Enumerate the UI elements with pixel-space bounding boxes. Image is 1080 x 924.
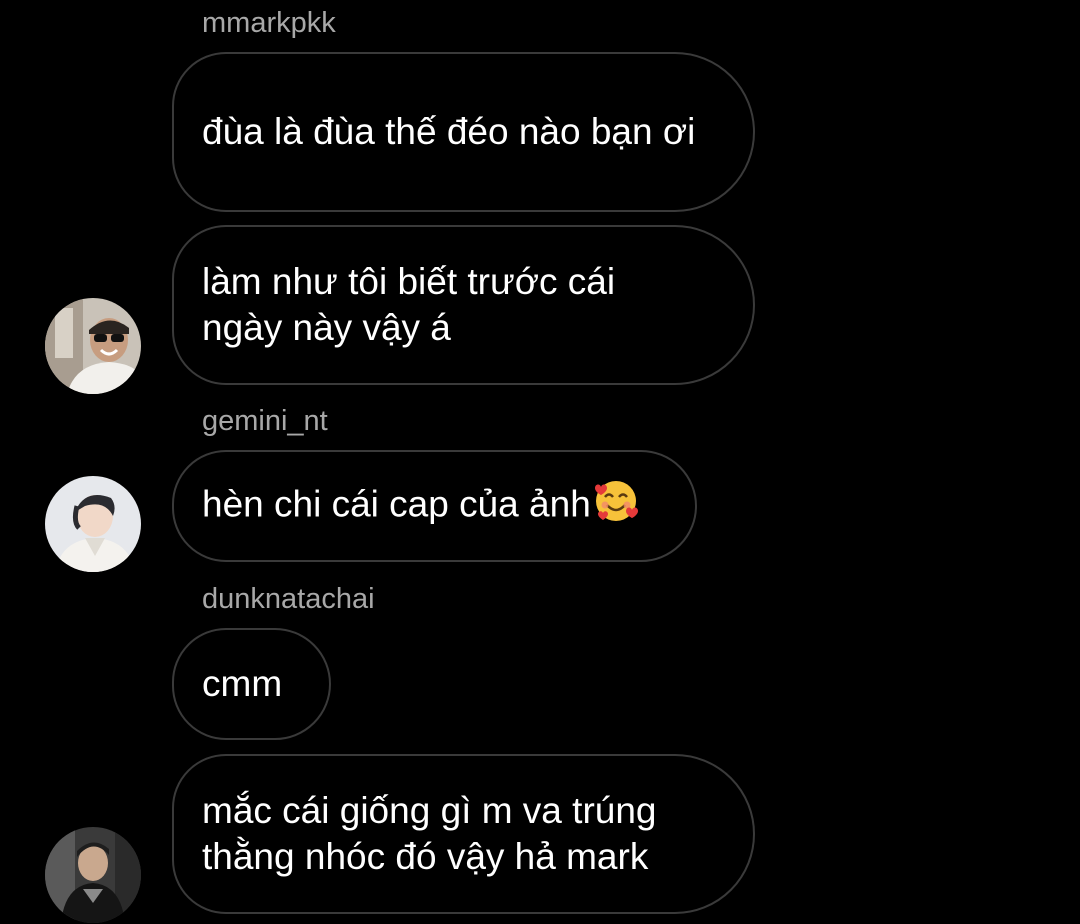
message-text-body: hèn chi cái cap của ảnh [202,482,591,524]
message-bubble[interactable]: đùa là đùa thế đéo nào bạn ơi [172,52,755,212]
sender-name-mmarkpkk[interactable]: mmarkpkk [202,6,336,40]
avatar-dunknatachai[interactable] [45,827,141,923]
sender-name-dunknatachai[interactable]: dunknatachai [202,582,375,616]
message-text: cmm [202,663,283,704]
message-bubble[interactable]: làm như tôi biết trước cái ngày này vậy … [172,225,755,385]
avatar-gemini-nt[interactable] [45,476,141,572]
message-bubble[interactable]: hèn chi cái cap của ảnh [172,450,697,562]
message-bubble[interactable]: cmm [172,628,331,740]
message-text: làm như tôi biết trước cái ngày này vậy … [202,261,616,348]
message-bubble[interactable]: mắc cái giống gì m va trúng thằng nhóc đ… [172,754,755,914]
smiling-face-with-hearts-icon [593,478,639,535]
message-text: mắc cái giống gì m va trúng thằng nhóc đ… [202,790,657,877]
message-text: hèn chi cái cap của ảnh [202,478,639,535]
message-text: đùa là đùa thế đéo nào bạn ơi [202,111,696,152]
avatar-mmarkpkk[interactable] [45,298,141,394]
sender-name-gemini-nt[interactable]: gemini_nt [202,404,328,438]
